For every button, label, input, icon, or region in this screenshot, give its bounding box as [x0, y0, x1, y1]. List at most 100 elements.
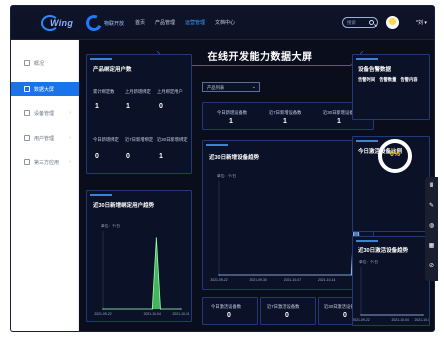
- x-tick-label: 2021-10-14: [318, 278, 335, 282]
- sidebar-item-devices[interactable]: 设备管理 ›: [11, 106, 79, 120]
- stat-label: 近7日新增绑定: [125, 137, 154, 142]
- data-point: [218, 274, 220, 276]
- menu-icon[interactable]: Ⅲ: [428, 183, 435, 190]
- stat-label: 近30日新增绑定: [157, 137, 188, 142]
- series-area: [219, 185, 361, 275]
- wing-logo[interactable]: Wing: [41, 13, 79, 33]
- search-icon[interactable]: [369, 20, 374, 25]
- wing-logo-text: Wing: [50, 18, 74, 28]
- stat-label: 累计绑定数: [93, 89, 115, 94]
- user-trend-panel: 近30日新增绑定用户趋势 单位：个/日 2021-09-22 2021-10-04 2…: [86, 190, 192, 322]
- stat-value: 1: [337, 118, 341, 125]
- search-input[interactable]: 搜索: [342, 17, 378, 28]
- stat-value: 1: [283, 118, 287, 125]
- nav-operations[interactable]: 运营管理: [185, 19, 205, 26]
- link-icon[interactable]: ⊘: [428, 263, 435, 270]
- sidebar-item-data-screen[interactable]: 数据大屏: [11, 82, 79, 96]
- user-trend-chart: 单位：个/日 2021-09-22 2021-10-04 2021-10-11: [94, 223, 189, 316]
- device-added-stats: 今日新增设备数 近7日新增设备数 近30日新增设备数 1 1 1: [202, 102, 374, 130]
- panel-title: 设备告警数据: [358, 67, 392, 73]
- x-tick-label: 2021-09-22: [210, 278, 227, 282]
- sidebar-item-label: 数据大屏: [34, 86, 55, 93]
- data-point: [151, 308, 153, 310]
- top-bar: Wing 物联开放 首页 产品管理 运营管理 文档中心 搜索 *刘 ▾: [11, 6, 434, 40]
- chevron-right-icon: ›: [69, 135, 71, 141]
- x-tick-label: 2021-10-11: [414, 318, 429, 322]
- nav-home[interactable]: 首页: [135, 19, 145, 26]
- chevron-down-icon: ⌄: [251, 84, 256, 90]
- sidebar-item-overview[interactable]: 概况: [11, 56, 79, 70]
- data-point: [422, 314, 424, 316]
- platform-logo-text: 物联开放: [104, 20, 125, 27]
- x-tick-label: 2021-10-11: [172, 312, 189, 316]
- data-point: [102, 308, 104, 310]
- alarm-col-content[interactable]: 告警内容: [400, 77, 417, 83]
- stat-label: 近7日激活设备数: [267, 304, 300, 309]
- chart-unit-label: 单位：个/日: [217, 173, 236, 178]
- stat-label: 上月绑定用户: [157, 89, 183, 94]
- x-tick-label: 2021-10-04: [144, 312, 161, 316]
- data-screen: 在线开发能力数据大屏 产品绑定用户数 累计绑定数 上月新增绑定 上月绑定用户 1…: [80, 40, 434, 331]
- panel-title: 产品绑定用户数: [93, 67, 132, 73]
- chart-title: 近30日激活设备趋势: [358, 248, 409, 254]
- stat-label: 近7日新增设备数: [269, 110, 302, 115]
- product-users-panel: 产品绑定用户数 累计绑定数 上月新增绑定 上月绑定用户 1 1 0 今日新增绑定…: [86, 54, 192, 174]
- sidebar-item-label: 概况: [34, 60, 45, 67]
- series-line: [219, 185, 362, 276]
- cylinder-icon[interactable]: ◍: [428, 223, 435, 230]
- chart-unit-label: 单位：个/日: [359, 259, 378, 264]
- chevron-right-icon: ›: [69, 159, 71, 165]
- platform-logo[interactable]: 物联开放: [83, 12, 125, 34]
- avatar[interactable]: [386, 16, 399, 29]
- stat-value: 0: [343, 312, 347, 319]
- sidebar-item-third-party[interactable]: 第三方应用 ›: [11, 155, 79, 169]
- top-nav: 首页 产品管理 运营管理 文档中心: [135, 19, 235, 26]
- sidebar-item-label: 第三方应用: [34, 159, 60, 166]
- activation-trend-chart: 单位：个/日 2021-09-22 2021-10-04 2021-10-11: [353, 259, 429, 322]
- device-trend-chart: 单位：个/日 2021-09-22 2021-09-30 2021-10-07 2021…: [210, 173, 369, 282]
- pen-icon[interactable]: ✎: [428, 203, 435, 210]
- x-tick-label: 2021-10-07: [284, 278, 301, 282]
- sidebar-item-label: 设备管理: [34, 110, 55, 117]
- product-select[interactable]: 产品列表 ⌄: [202, 82, 260, 92]
- activation-rate-value: 0%: [389, 151, 401, 158]
- stat-label: 今日新增设备数: [217, 110, 248, 115]
- stat-value: 0: [126, 153, 130, 160]
- user-icon: [24, 135, 30, 141]
- chevron-right-icon: ›: [69, 110, 71, 116]
- device-alarm-panel: 设备告警数据 告警时间 告警数量 告警内容: [352, 54, 430, 120]
- series-line: [103, 238, 181, 310]
- alarm-col-time[interactable]: 告警时间: [358, 77, 375, 83]
- sidebar-item-label: 用户管理: [34, 135, 55, 142]
- stat-value: 0: [159, 103, 163, 110]
- stat-value: 0: [95, 153, 99, 160]
- stat-value: 0: [285, 312, 289, 319]
- chart-unit-label: 单位：个/日: [101, 223, 120, 228]
- nav-docs[interactable]: 文档中心: [215, 19, 235, 26]
- device-trend-panel: 近30日新增设备趋势 单位：个/日 2021-09-22 2021-09-30 202…: [202, 140, 374, 290]
- alarm-col-count[interactable]: 告警数量: [379, 77, 396, 83]
- floating-toolbar: Ⅲ ✎ ◍ ▦ ⊘: [425, 177, 438, 281]
- x-tick-label: 2021-09-30: [249, 278, 266, 282]
- app-window: Wing 物联开放 首页 产品管理 运营管理 文档中心 搜索 *刘 ▾ 概况 数…: [11, 6, 434, 331]
- device-activated-today: 今日激活设备数 0: [202, 297, 258, 325]
- screen-icon: [24, 86, 30, 92]
- data-point: [360, 314, 362, 316]
- sidebar-item-users[interactable]: 用户管理 ›: [11, 131, 79, 145]
- stat-label: 今日激活设备数: [211, 304, 242, 309]
- grid-icon[interactable]: ▦: [428, 243, 435, 250]
- data-point: [180, 308, 182, 310]
- page-title: 在线开发能力数据大屏: [207, 52, 313, 63]
- app-icon: [24, 159, 30, 165]
- nav-products[interactable]: 产品管理: [155, 19, 175, 26]
- device-activated-7days: 近7日激活设备数 0: [260, 297, 316, 325]
- stat-label: 今日新增绑定: [93, 137, 119, 142]
- x-tick-label: 2021-09-22: [94, 312, 111, 316]
- x-tick-label: 2021-09-22: [353, 318, 370, 322]
- user-menu[interactable]: *刘 ▾: [416, 19, 427, 26]
- stat-value: 1: [159, 153, 163, 160]
- data-point: [155, 237, 157, 239]
- x-tick-label: 2021-10-04: [391, 318, 408, 322]
- chart-title: 近30日新增绑定用户趋势: [93, 203, 155, 209]
- stat-value: 0: [227, 312, 231, 319]
